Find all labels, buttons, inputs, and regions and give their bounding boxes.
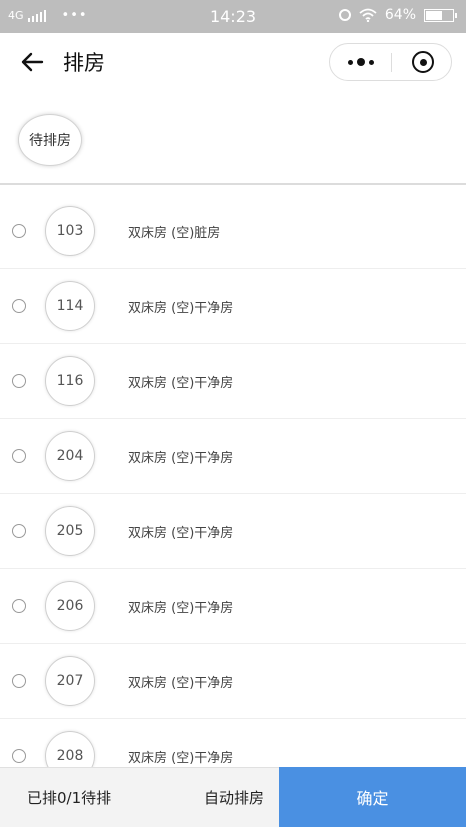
room-number: 103: [45, 206, 95, 256]
room-description: 双床房 (空)干净房: [128, 751, 234, 766]
room-number: 204: [45, 431, 95, 481]
room-radio[interactable]: [12, 599, 26, 613]
wifi-icon: [359, 8, 377, 22]
bottom-action-bar: 已排0/1待排 自动排房 确定: [0, 767, 466, 827]
room-radio[interactable]: [12, 674, 26, 688]
room-row[interactable]: 204 双床房 (空)干净房: [0, 419, 466, 494]
room-row[interactable]: 208 双床房 (空)干净房: [0, 719, 466, 767]
miniprogram-capsule: [329, 43, 452, 81]
room-row[interactable]: 207 双床房 (空)干净房: [0, 644, 466, 719]
room-row[interactable]: 116 双床房 (空)干净房: [0, 344, 466, 419]
filter-divider: [0, 183, 466, 185]
battery-level: [426, 10, 442, 20]
room-description: 双床房 (空)干净房: [128, 526, 234, 541]
room-list: 103 双床房 (空)脏房 114 双床房 (空)干净房 116 双床房 (空)…: [0, 194, 466, 767]
room-number: 116: [45, 356, 95, 406]
room-radio[interactable]: [12, 449, 26, 463]
close-miniprogram-icon[interactable]: [412, 51, 434, 73]
room-number: 207: [45, 656, 95, 706]
room-number: 114: [45, 281, 95, 331]
room-radio[interactable]: [12, 524, 26, 538]
room-description: 双床房 (空)干净房: [128, 301, 234, 316]
room-row[interactable]: 206 双床房 (空)干净房: [0, 569, 466, 644]
room-description: 双床房 (空)干净房: [128, 676, 234, 691]
room-number: 208: [45, 731, 95, 767]
room-radio[interactable]: [12, 224, 26, 238]
nav-bar: 排房: [0, 33, 466, 91]
room-description: 双床房 (空)干净房: [128, 601, 234, 616]
status-right: 64%: [338, 7, 457, 23]
room-description: 双床房 (空)干净房: [128, 376, 234, 391]
room-row[interactable]: 114 双床房 (空)干净房: [0, 269, 466, 344]
room-radio[interactable]: [12, 299, 26, 313]
assignment-status: 已排0/1待排: [27, 789, 112, 807]
filter-chip-pending[interactable]: 待排房: [18, 114, 82, 166]
page-title: 排房: [63, 51, 105, 75]
confirm-button[interactable]: 确定: [279, 767, 466, 827]
room-description: 双床房 (空)脏房: [128, 226, 221, 241]
filter-area: 待排房: [0, 91, 466, 183]
back-arrow-icon[interactable]: [20, 50, 44, 74]
room-number: 205: [45, 506, 95, 556]
room-radio[interactable]: [12, 749, 26, 763]
alarm-icon: [338, 9, 351, 21]
room-row[interactable]: 205 双床房 (空)干净房: [0, 494, 466, 569]
status-bar: 4G ••• 14:23 64%: [0, 0, 466, 33]
capsule-divider: [391, 53, 392, 72]
battery-percent: 64%: [384, 7, 416, 23]
battery-icon: [424, 8, 457, 22]
room-radio[interactable]: [12, 374, 26, 388]
auto-assign-button[interactable]: 自动排房: [190, 768, 278, 827]
room-row[interactable]: 103 双床房 (空)脏房: [0, 194, 466, 269]
more-options-icon[interactable]: [346, 55, 376, 69]
room-number: 206: [45, 581, 95, 631]
room-description: 双床房 (空)干净房: [128, 451, 234, 466]
